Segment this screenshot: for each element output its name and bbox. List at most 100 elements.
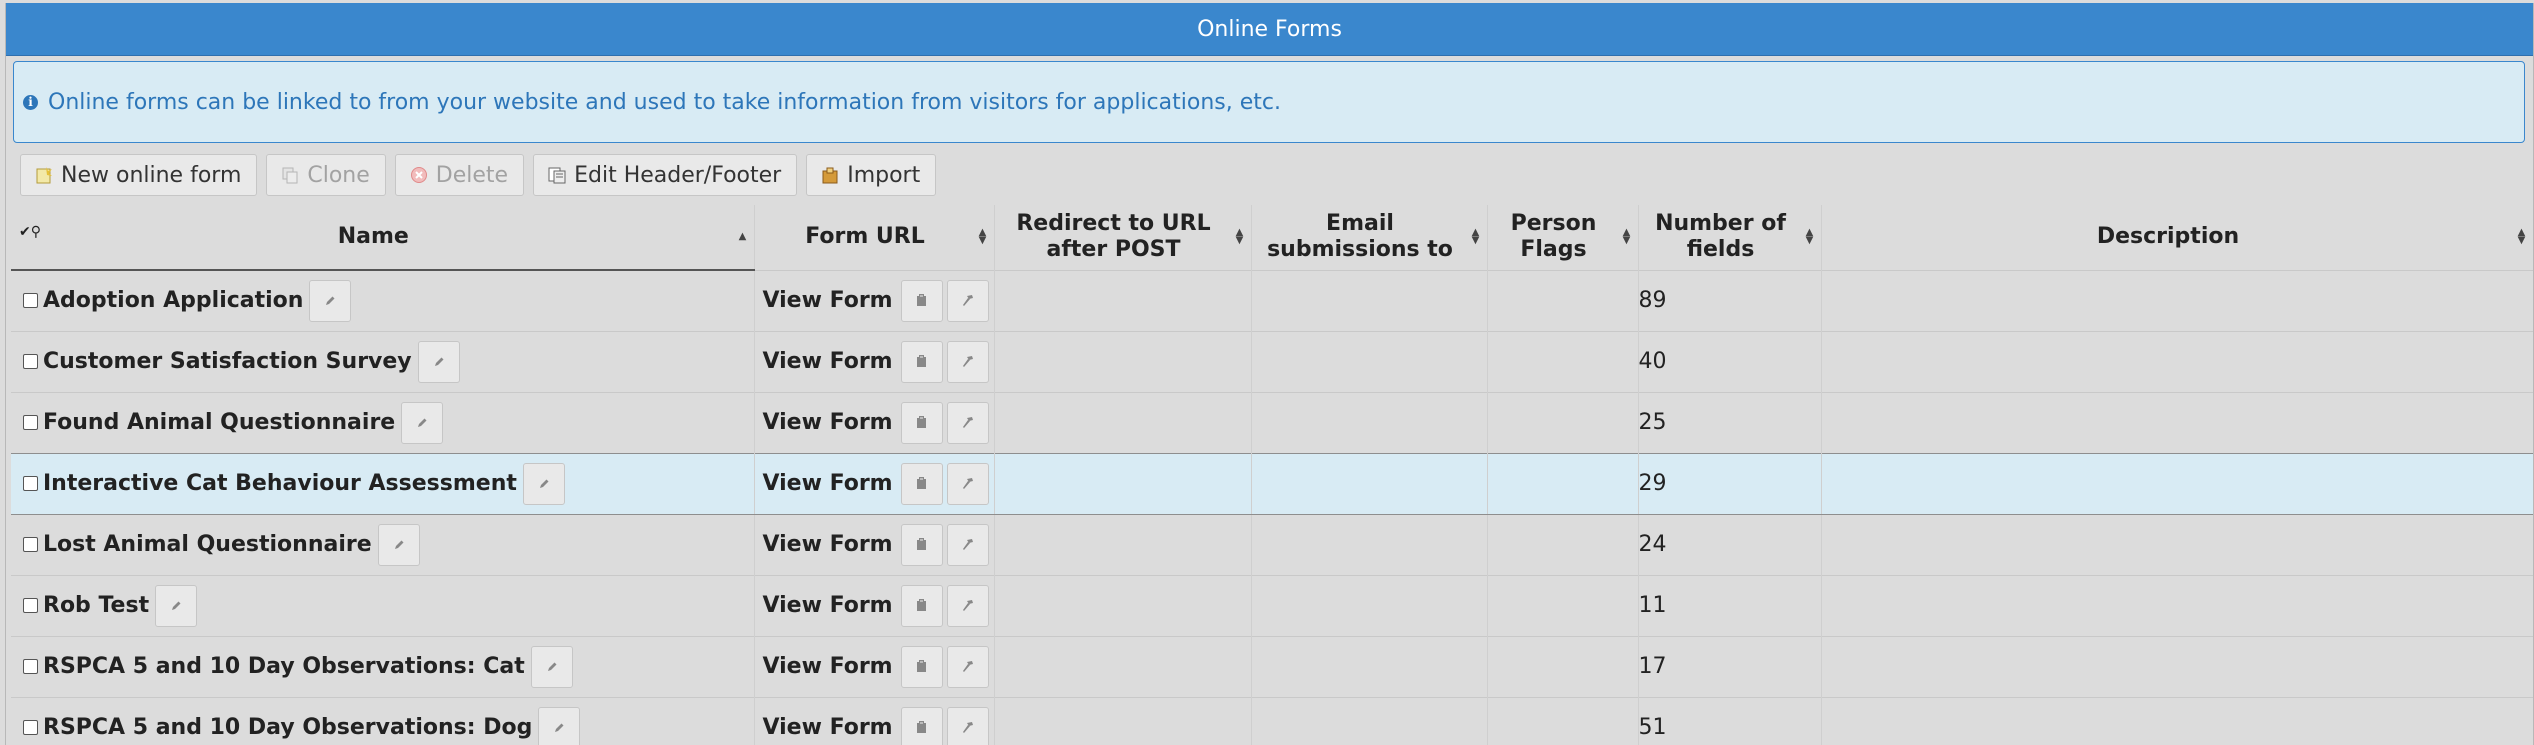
pencil-icon (539, 479, 549, 488)
test-form-button[interactable] (946, 462, 989, 505)
clipboard-icon (917, 660, 927, 672)
form-name-link[interactable]: Lost Animal Questionnaire (43, 532, 372, 557)
column-header-redirect[interactable]: Redirect to URL after POST ▲ ▼ (994, 205, 1252, 270)
description-cell (1821, 391, 2533, 453)
email-cell (1251, 269, 1488, 331)
column-header-description[interactable]: Description ▲ ▼ (1821, 205, 2533, 270)
hammer-icon (963, 478, 974, 489)
test-form-button[interactable] (946, 401, 989, 444)
copy-url-button[interactable] (900, 462, 943, 505)
edit-form-button[interactable] (377, 523, 420, 566)
test-form-button[interactable] (946, 645, 989, 688)
form-name-link[interactable]: Found Animal Questionnaire (43, 410, 395, 435)
form-name-link[interactable]: Rob Test (43, 593, 149, 618)
clone-label: Clone (307, 162, 370, 188)
table-row[interactable]: Customer Satisfaction Survey View Form 4… (11, 330, 2533, 392)
form-url-cell: View Form (754, 269, 995, 331)
edit-form-button[interactable] (309, 279, 352, 322)
view-form-link[interactable]: View Form (763, 654, 893, 679)
hammer-icon (963, 295, 974, 306)
row-select-checkbox[interactable] (23, 415, 38, 430)
view-form-link[interactable]: View Form (763, 715, 893, 740)
view-form-link[interactable]: View Form (763, 532, 893, 557)
column-header-person-flags[interactable]: Person Flags ▲ ▼ (1487, 205, 1639, 270)
email-cell (1251, 574, 1488, 636)
form-url-cell: View Form (754, 330, 995, 392)
redirect-cell (994, 391, 1252, 453)
edit-header-footer-button[interactable]: Edit Header/Footer (533, 154, 798, 196)
clipboard-icon (917, 721, 927, 734)
table-row[interactable]: RSPCA 5 and 10 Day Observations: Dog Vie… (11, 696, 2533, 745)
row-select-checkbox[interactable] (23, 293, 38, 309)
person-flags-cell (1487, 635, 1639, 697)
column-header-email[interactable]: Email submissions to ▲ ▼ (1251, 205, 1488, 270)
table-row[interactable]: Interactive Cat Behaviour Assessment Vie… (11, 452, 2533, 515)
person-flags-cell (1487, 391, 1639, 453)
copy-url-button[interactable] (900, 706, 943, 745)
form-name-link[interactable]: Interactive Cat Behaviour Assessment (43, 471, 517, 496)
test-form-button[interactable] (946, 706, 989, 745)
form-name-link[interactable]: Customer Satisfaction Survey (43, 349, 412, 374)
test-form-button[interactable] (946, 523, 989, 566)
table-row[interactable]: Adoption Application View Form 89 (11, 269, 2533, 331)
hammer-icon (963, 661, 974, 672)
form-name-link[interactable]: Adoption Application (43, 288, 303, 313)
person-flags-cell (1487, 269, 1639, 331)
email-cell (1251, 330, 1488, 392)
copy-url-button[interactable] (900, 340, 943, 383)
table-row[interactable]: Rob Test View Form 11 (11, 574, 2533, 636)
table-row[interactable]: Found Animal Questionnaire View Form 25 (11, 391, 2533, 453)
row-select-checkbox[interactable] (23, 659, 38, 674)
view-form-link[interactable]: View Form (763, 471, 893, 496)
column-header-name[interactable]: ✔⚲ Name ▲ (11, 205, 755, 271)
person-flags-cell (1487, 513, 1639, 575)
edit-form-button[interactable] (538, 706, 581, 745)
clone-button[interactable]: Clone (266, 154, 386, 196)
redirect-cell (994, 269, 1252, 331)
row-select-checkbox[interactable] (23, 598, 38, 613)
edit-form-button[interactable] (530, 645, 573, 688)
edit-form-button[interactable] (417, 340, 460, 383)
name-cell: RSPCA 5 and 10 Day Observations: Cat (11, 635, 755, 697)
new-online-form-button[interactable]: New online form (20, 154, 258, 196)
row-select-checkbox[interactable] (23, 354, 38, 369)
column-header-email-label: Email submissions to (1267, 211, 1453, 263)
copy-url-button[interactable] (900, 401, 943, 444)
view-form-link[interactable]: View Form (763, 349, 893, 374)
table-row[interactable]: RSPCA 5 and 10 Day Observations: Cat Vie… (11, 635, 2533, 697)
table-row[interactable]: Lost Animal Questionnaire View Form 24 (11, 513, 2533, 575)
import-label: Import (847, 162, 921, 188)
test-form-button[interactable] (946, 584, 989, 627)
edit-form-button[interactable] (155, 584, 198, 627)
view-form-link[interactable]: View Form (763, 593, 893, 618)
delete-button[interactable]: Delete (394, 154, 525, 196)
row-select-checkbox[interactable] (23, 720, 38, 736)
edit-form-button[interactable] (401, 401, 444, 444)
copy-url-button[interactable] (900, 645, 943, 688)
person-flags-cell (1487, 696, 1639, 745)
form-name-link[interactable]: RSPCA 5 and 10 Day Observations: Dog (43, 715, 532, 740)
description-cell (1821, 635, 2533, 697)
redirect-cell (994, 452, 1252, 515)
column-header-number-of-fields[interactable]: Number of fields ▲ ▼ (1638, 205, 1822, 270)
sort-icon: ▲ ▼ (1805, 227, 1814, 247)
description-cell (1821, 269, 2533, 331)
view-form-link[interactable]: View Form (763, 410, 893, 435)
copy-url-button[interactable] (900, 584, 943, 627)
view-form-link[interactable]: View Form (763, 288, 893, 313)
edit-form-button[interactable] (522, 462, 565, 505)
test-form-button[interactable] (946, 340, 989, 383)
row-select-checkbox[interactable] (23, 476, 38, 491)
email-cell (1251, 513, 1488, 575)
import-button[interactable]: Import (806, 154, 937, 196)
redirect-cell (994, 574, 1252, 636)
form-name-link[interactable]: RSPCA 5 and 10 Day Observations: Cat (43, 654, 525, 679)
select-all-icon[interactable]: ✔⚲ (19, 219, 41, 245)
pencil-icon (547, 662, 557, 671)
test-form-button[interactable] (946, 279, 989, 322)
copy-url-button[interactable] (900, 523, 943, 566)
copy-url-button[interactable] (900, 279, 943, 322)
row-select-checkbox[interactable] (23, 537, 38, 552)
column-header-form-url[interactable]: Form URL ▲ ▼ (754, 205, 995, 270)
hammer-icon (963, 722, 974, 734)
